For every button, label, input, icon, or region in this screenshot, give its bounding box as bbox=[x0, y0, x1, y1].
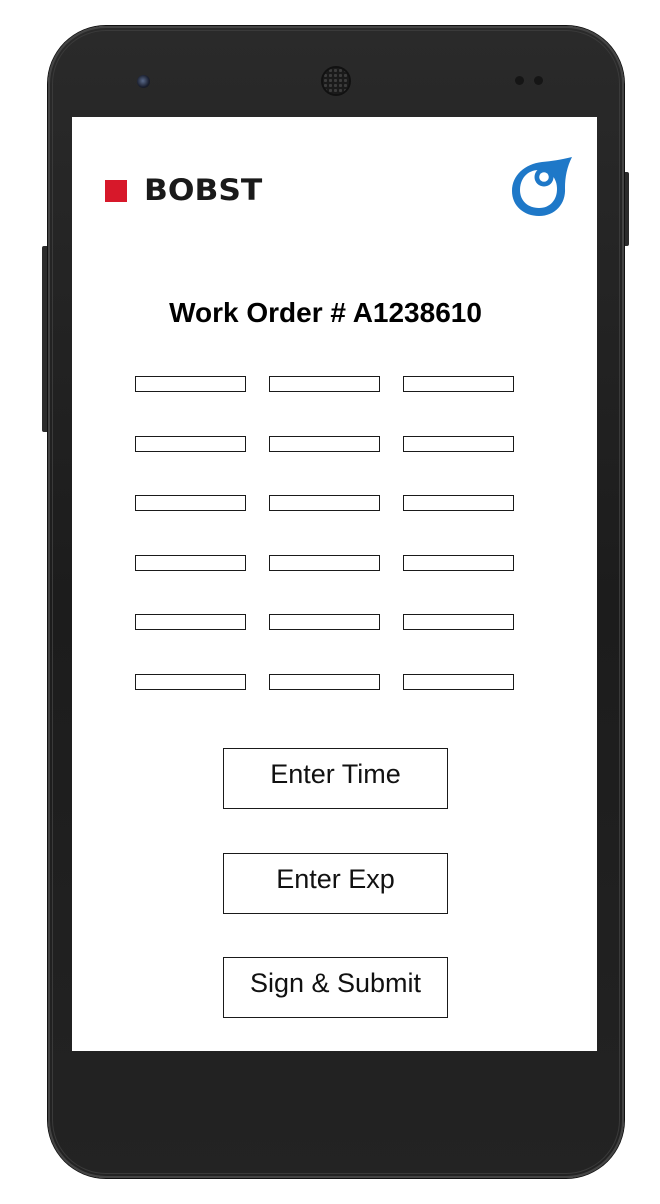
field-r6-c3[interactable] bbox=[403, 673, 514, 690]
work-order-field-grid bbox=[135, 376, 517, 734]
field-row bbox=[135, 495, 517, 512]
light-sensor bbox=[534, 76, 543, 85]
app-screen: BOBST Work Order # A1238610 Enter Time E… bbox=[72, 117, 597, 1051]
field-r6-c2[interactable] bbox=[269, 673, 380, 690]
device-mockup: BOBST Work Order # A1238610 Enter Time E… bbox=[0, 0, 660, 1204]
field-r1-c2[interactable] bbox=[269, 376, 380, 392]
bobst-logo-square-icon bbox=[105, 179, 127, 202]
field-r3-c2[interactable] bbox=[269, 495, 380, 512]
field-r6-c1[interactable] bbox=[135, 673, 246, 690]
bobst-logo-text: BOBST bbox=[144, 173, 263, 207]
field-r1-c3[interactable] bbox=[403, 376, 514, 392]
field-r5-c3[interactable] bbox=[403, 614, 514, 631]
field-r4-c2[interactable] bbox=[269, 554, 380, 571]
field-row bbox=[135, 376, 517, 392]
field-r2-c2[interactable] bbox=[269, 435, 380, 452]
speaker-grille bbox=[323, 68, 349, 94]
field-r5-c1[interactable] bbox=[135, 614, 246, 631]
water-drop-logo-icon bbox=[512, 157, 572, 216]
enter-time-button[interactable]: Enter Time bbox=[223, 748, 448, 809]
field-r1-c1[interactable] bbox=[135, 376, 246, 392]
field-r5-c2[interactable] bbox=[269, 614, 380, 631]
front-camera-icon bbox=[137, 75, 150, 88]
field-r3-c3[interactable] bbox=[403, 495, 514, 512]
bobst-logo: BOBST bbox=[105, 176, 262, 205]
sign-submit-button[interactable]: Sign & Submit bbox=[223, 957, 448, 1018]
field-row bbox=[135, 673, 517, 690]
field-r2-c1[interactable] bbox=[135, 435, 246, 452]
field-row bbox=[135, 554, 517, 571]
field-row bbox=[135, 614, 517, 631]
enter-exp-button[interactable]: Enter Exp bbox=[223, 853, 448, 914]
field-r2-c3[interactable] bbox=[403, 435, 514, 452]
field-row bbox=[135, 435, 517, 452]
field-r4-c3[interactable] bbox=[403, 554, 514, 571]
proximity-sensor bbox=[515, 76, 524, 85]
field-r3-c1[interactable] bbox=[135, 495, 246, 512]
work-order-title: Work Order # A1238610 bbox=[169, 297, 482, 328]
field-r4-c1[interactable] bbox=[135, 554, 246, 571]
